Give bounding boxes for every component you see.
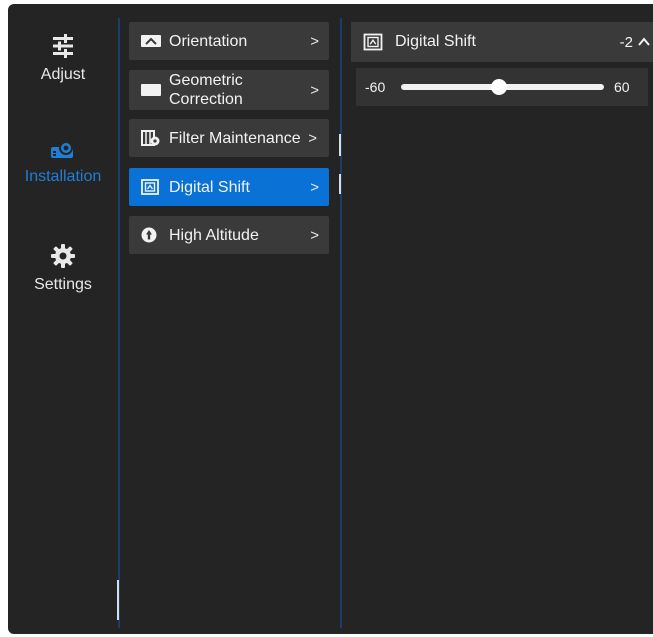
menu-label-orientation: Orientation <box>169 32 248 50</box>
menu-item-filter-maintenance[interactable]: Filter Maintenance > <box>129 119 329 157</box>
nav-item-installation[interactable]: Installation <box>8 138 118 186</box>
nav-label-settings: Settings <box>34 276 92 293</box>
menu-item-orientation[interactable]: Orientation > <box>129 22 329 60</box>
slider-track[interactable] <box>401 79 604 95</box>
altitude-icon <box>141 227 157 243</box>
chevron-right-icon: > <box>310 81 319 99</box>
scroll-indicator-lower <box>339 174 341 194</box>
chevron-right-icon: > <box>310 178 319 196</box>
menu-label-digital-shift: Digital Shift <box>169 178 250 196</box>
projector-icon <box>51 141 73 158</box>
main-nav: Adjust Installation Settings <box>8 4 118 634</box>
digital-shift-slider-row: -60 60 <box>356 68 648 106</box>
geometric-icon <box>141 84 161 96</box>
nav-scroll-indicator <box>117 580 119 620</box>
menu-label-geometric-correction: Geometric Correction <box>169 72 243 108</box>
nav-item-settings[interactable]: Settings <box>8 242 118 294</box>
chevron-up-icon[interactable] <box>637 35 651 49</box>
slider-thumb[interactable] <box>491 79 508 95</box>
slider-max-label: 60 <box>614 79 630 95</box>
menu-divider <box>340 18 342 628</box>
menu-item-digital-shift[interactable]: Digital Shift > <box>129 168 329 206</box>
chevron-right-icon: > <box>308 129 317 147</box>
menu-label-filter-maintenance: Filter Maintenance <box>169 129 301 147</box>
nav-label-installation: Installation <box>24 168 102 185</box>
digital-shift-title: Digital Shift <box>395 33 476 50</box>
filter-icon <box>141 130 160 146</box>
projector-menu-screen: Adjust Installation Settings Orientation… <box>8 4 653 634</box>
nav-divider <box>118 18 120 628</box>
scroll-indicator <box>339 134 341 156</box>
menu-item-geometric-correction[interactable]: Geometric Correction > <box>129 70 329 110</box>
orientation-icon <box>141 35 161 47</box>
gear-icon <box>51 244 75 268</box>
chevron-right-icon: > <box>310 226 319 244</box>
menu-item-high-altitude[interactable]: High Altitude > <box>129 216 329 254</box>
chevron-right-icon: > <box>310 32 319 50</box>
digital-shift-value: -2 <box>619 33 633 51</box>
slider-min-label: -60 <box>365 79 386 95</box>
digital-shift-icon <box>363 33 383 51</box>
menu-label-high-altitude: High Altitude <box>169 226 259 244</box>
nav-item-adjust[interactable]: Adjust <box>8 32 118 84</box>
sliders-icon <box>53 34 73 58</box>
digital-shift-icon <box>141 179 159 195</box>
nav-label-adjust: Adjust <box>40 66 86 83</box>
digital-shift-header[interactable]: Digital Shift -2 <box>351 22 653 62</box>
